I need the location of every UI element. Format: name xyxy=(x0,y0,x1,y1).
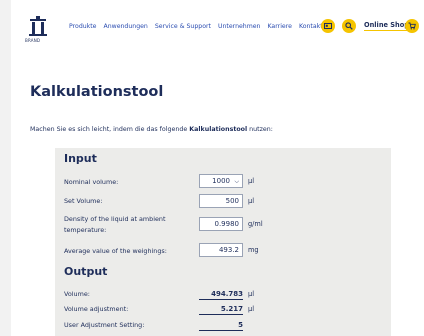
user-adjustment-label: User Adjustment Setting: xyxy=(64,321,145,329)
density-label-line2: temperature: xyxy=(64,226,107,234)
logo-text: BRAND xyxy=(25,38,41,43)
contact-card-button[interactable] xyxy=(321,19,335,33)
nominal-volume-unit: µl xyxy=(248,177,255,185)
user-adjustment-value: 5 xyxy=(199,321,243,331)
contact-card-icon xyxy=(324,23,332,29)
volume-adjustment-label: Volume adjustment: xyxy=(64,305,129,313)
density-input[interactable]: 0.9980 xyxy=(199,217,243,231)
set-volume-label: Set Volume: xyxy=(64,197,103,205)
chevron-down-icon: ⌵ xyxy=(234,178,239,185)
nominal-volume-select[interactable]: 1000 ⌵ xyxy=(199,174,243,188)
intro-suffix: nutzen: xyxy=(247,126,273,133)
nav-item-service-support[interactable]: Service & Support xyxy=(155,23,211,35)
volume-label: Volume: xyxy=(64,290,90,298)
calculator-panel: Input Nominal volume: 1000 ⌵ µl Set Volu… xyxy=(55,148,391,336)
search-icon xyxy=(345,22,353,30)
set-volume-unit: µl xyxy=(248,197,255,205)
page-title: Kalkulationstool xyxy=(30,84,164,100)
nav-item-anwendungen[interactable]: Anwendungen xyxy=(103,23,147,35)
nav-item-kontakt[interactable]: Kontakt xyxy=(299,23,323,35)
main-nav: Produkte Anwendungen Service & Support U… xyxy=(69,23,323,35)
volume-adjustment-value: 5.217 xyxy=(199,305,243,315)
online-shop-link[interactable]: Online Shop xyxy=(364,21,409,31)
average-weighings-input[interactable]: 493.2 xyxy=(199,243,243,257)
site-header: BRAND Produkte Anwendungen Service & Sup… xyxy=(11,0,424,56)
volume-value: 494.783 xyxy=(199,290,243,300)
input-section-title: Input xyxy=(64,152,97,165)
intro-prefix: Machen Sie es sich leicht, indem die das… xyxy=(30,126,190,133)
average-weighings-label: Average value of the weighings: xyxy=(64,247,167,255)
search-button[interactable] xyxy=(342,19,356,33)
density-label-line1: Density of the liquid at ambient xyxy=(64,215,166,223)
nav-item-karriere[interactable]: Karriere xyxy=(267,23,291,35)
page: BRAND Produkte Anwendungen Service & Sup… xyxy=(11,0,424,336)
nominal-volume-label: Nominal volume: xyxy=(64,178,119,186)
intro-bold: Kalkulationstool xyxy=(189,126,248,133)
cart-button[interactable] xyxy=(405,19,419,33)
nominal-volume-value: 1000 xyxy=(212,177,230,185)
cart-icon xyxy=(408,22,416,30)
intro-text: Machen Sie es sich leicht, indem die das… xyxy=(30,126,273,133)
nav-item-unternehmen[interactable]: Unternehmen xyxy=(218,23,261,35)
density-unit: g/ml xyxy=(248,220,263,228)
volume-adjustment-unit: µl xyxy=(248,305,255,313)
volume-unit: µl xyxy=(248,290,255,298)
output-section-title: Output xyxy=(64,265,108,278)
average-weighings-unit: mg xyxy=(248,246,259,254)
set-volume-input[interactable]: 500 xyxy=(199,194,243,208)
nav-item-produkte[interactable]: Produkte xyxy=(69,23,96,35)
